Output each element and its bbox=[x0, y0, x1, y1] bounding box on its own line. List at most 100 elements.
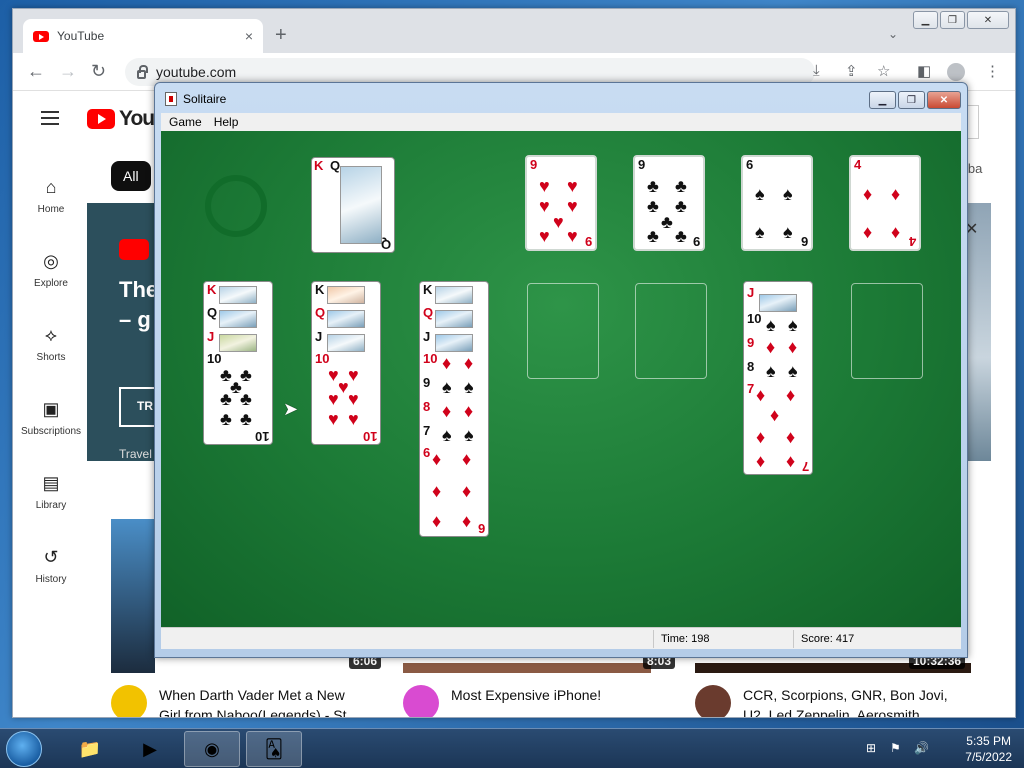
solitaire-taskbar-icon[interactable]: 🂡 bbox=[246, 731, 302, 767]
stock-recycle-icon[interactable] bbox=[205, 175, 267, 237]
compass-icon: ◎ bbox=[43, 250, 59, 271]
club-icon: ♣ bbox=[220, 409, 232, 429]
waste-card[interactable]: K Q Q bbox=[311, 157, 395, 253]
tab-strip: YouTube × + ⌄ ▁ ❐ ✕ bbox=[13, 9, 1015, 53]
tab-search-chevron-icon[interactable]: ⌄ bbox=[888, 27, 898, 41]
spade-icon: ♠ bbox=[766, 361, 776, 381]
video-thumbnail[interactable] bbox=[403, 663, 651, 673]
media-player-taskbar-icon[interactable]: ▶ bbox=[122, 731, 178, 767]
tableau-pile-1[interactable]: K Q J 10 ♣ ♣ ♣ ♣ ♣ ♣ ♣ 10 bbox=[203, 281, 273, 445]
home-icon: ⌂ bbox=[45, 176, 57, 197]
volume-icon[interactable]: 🔊 bbox=[914, 741, 929, 755]
sidebar-item-shorts[interactable]: ⟡ Shorts bbox=[13, 307, 89, 381]
heart-icon: ♥ bbox=[348, 365, 359, 385]
foundation-card[interactable]: 9 ♣ ♣ ♣ ♣ ♣ ♣ ♣ 9 bbox=[633, 155, 705, 251]
score-display: Score: 417 bbox=[801, 633, 854, 645]
heart-icon: ♥ bbox=[539, 196, 550, 216]
chip-all[interactable]: All bbox=[111, 161, 151, 191]
diamond-icon: ♦ bbox=[786, 385, 796, 405]
card-rank: K bbox=[314, 158, 324, 173]
tab-youtube[interactable]: YouTube × bbox=[23, 19, 263, 53]
spade-icon: ♠ bbox=[464, 377, 474, 397]
tableau-pile-6[interactable]: J 10 ♠ ♠ 9 ♦ ♦ 8 ♠ ♠ 7 ♦ ♦ ♦ ♦ ♦ ♦ ♦ 7 bbox=[743, 281, 813, 475]
new-tab-button[interactable]: + bbox=[275, 25, 287, 45]
explorer-taskbar-icon[interactable]: 📁 bbox=[62, 731, 118, 767]
club-icon: ♣ bbox=[240, 389, 252, 409]
chrome-menu-icon[interactable]: ⋮ bbox=[985, 62, 1000, 80]
solitaire-window-controls: ▁ ❐ ✕ bbox=[869, 91, 961, 109]
clock[interactable]: 5:35 PM 7/5/2022 bbox=[965, 733, 1012, 765]
diamond-icon: ♦ bbox=[432, 511, 442, 531]
banner-subtitle: Travel bbox=[119, 447, 152, 461]
tableau-pile-2[interactable]: K Q J 10 ♥ ♥ ♥ ♥ ♥ ♥ ♥ 10 bbox=[311, 281, 381, 445]
minimize-button[interactable]: ▁ bbox=[869, 91, 896, 109]
foundation-card[interactable]: 6 ♠ ♠ ♠ ♠ 6 bbox=[741, 155, 813, 251]
diamond-icon: ♦ bbox=[756, 385, 766, 405]
tableau-empty-slot[interactable] bbox=[635, 283, 707, 379]
start-button[interactable] bbox=[6, 731, 42, 767]
diamond-icon: ♦ bbox=[770, 405, 780, 425]
lock-icon bbox=[137, 64, 148, 79]
close-button[interactable]: ✕ bbox=[927, 91, 961, 109]
video-title[interactable]: CCR, Scorpions, GNR, Bon Jovi, U2, Led Z… bbox=[743, 685, 948, 717]
install-icon[interactable]: ⤓ bbox=[813, 62, 820, 79]
sidebar-item-label: Subscriptions bbox=[20, 425, 82, 437]
foundation-card[interactable]: 4 ♦ ♦ ♦ ♦ 4 bbox=[849, 155, 921, 251]
history-icon: ↺ bbox=[43, 546, 59, 567]
channel-avatar[interactable] bbox=[403, 685, 439, 717]
video-title[interactable]: When Darth Vader Met a New Girl from Nab… bbox=[159, 685, 347, 718]
spade-icon: ♠ bbox=[783, 184, 793, 204]
channel-avatar[interactable] bbox=[111, 685, 147, 717]
sidebar-item-subscriptions[interactable]: ▣ Subscriptions bbox=[13, 381, 89, 455]
sidebar-item-history[interactable]: ↺ History bbox=[13, 529, 89, 603]
card-rank: 9 bbox=[747, 335, 755, 350]
card-rank: Q bbox=[330, 158, 341, 173]
bookmark-star-icon[interactable]: ☆ bbox=[877, 62, 890, 80]
video-thumbnail[interactable] bbox=[111, 519, 155, 673]
library-icon: ▤ bbox=[42, 472, 60, 493]
subscriptions-icon: ▣ bbox=[42, 398, 60, 419]
video-title[interactable]: Most Expensive iPhone! bbox=[451, 685, 601, 705]
menu-help[interactable]: Help bbox=[214, 115, 239, 129]
back-icon[interactable]: ← bbox=[27, 61, 45, 82]
card-rank: K bbox=[207, 282, 217, 297]
status-separator bbox=[653, 630, 654, 648]
banner-button[interactable]: TR bbox=[119, 387, 157, 427]
share-icon[interactable]: ⇪ bbox=[845, 62, 858, 80]
banner-title: The – g bbox=[119, 275, 157, 335]
time-display: Time: 198 bbox=[661, 633, 710, 645]
tableau-empty-slot[interactable] bbox=[527, 283, 599, 379]
card-rank: 6 bbox=[423, 445, 431, 460]
youtube-logo[interactable]: You bbox=[87, 107, 155, 131]
youtube-favicon-icon bbox=[33, 30, 49, 42]
card-face-art bbox=[327, 286, 365, 304]
sidebar-item-library[interactable]: ▤ Library bbox=[13, 455, 89, 529]
club-icon: ♣ bbox=[220, 389, 232, 409]
maximize-button[interactable]: ❐ bbox=[898, 91, 925, 109]
side-panel-icon[interactable]: ◧ bbox=[917, 62, 931, 80]
network-icon[interactable]: ⊞ bbox=[866, 741, 876, 755]
tab-close-icon[interactable]: × bbox=[245, 28, 253, 44]
chrome-taskbar-icon[interactable]: ◉ bbox=[184, 731, 240, 767]
sidebar-item-home[interactable]: ⌂ Home bbox=[13, 159, 89, 233]
profile-avatar[interactable] bbox=[947, 63, 965, 81]
club-icon: ♣ bbox=[661, 212, 673, 232]
minimize-button[interactable]: ▁ bbox=[913, 11, 938, 29]
hamburger-menu-icon[interactable] bbox=[41, 111, 59, 125]
sidebar-item-explore[interactable]: ◎ Explore bbox=[13, 233, 89, 307]
game-board[interactable]: K Q Q 9 ♥ ♥ ♥ ♥ ♥ ♥ ♥ 9 9 ♣ ♣ ♣ ♣ ♣ ♣ ♣ … bbox=[161, 131, 961, 627]
reload-icon[interactable]: ↻ bbox=[91, 61, 106, 82]
tableau-pile-3[interactable]: K Q J 10 ♦ ♦ 9 ♠ ♠ 8 ♦ ♦ 7 ♠ ♠ 6 ♦ ♦ ♦ ♦… bbox=[419, 281, 489, 537]
foundation-card[interactable]: 9 ♥ ♥ ♥ ♥ ♥ ♥ ♥ 9 bbox=[525, 155, 597, 251]
chrome-window-controls: ▁ ❐ ✕ bbox=[913, 11, 1009, 29]
forward-icon[interactable]: → bbox=[59, 61, 77, 82]
action-center-icon[interactable]: ⚑ bbox=[890, 741, 901, 755]
maximize-button[interactable]: ❐ bbox=[940, 11, 965, 29]
sidebar-item-label: History bbox=[35, 573, 67, 585]
video-title-line: Girl from Naboo(Legends) - St bbox=[159, 707, 347, 718]
menu-game[interactable]: Game bbox=[169, 115, 202, 129]
channel-avatar[interactable] bbox=[695, 685, 731, 717]
diamond-icon: ♦ bbox=[788, 337, 798, 357]
tableau-empty-slot[interactable] bbox=[851, 283, 923, 379]
close-button[interactable]: ✕ bbox=[967, 11, 1009, 29]
